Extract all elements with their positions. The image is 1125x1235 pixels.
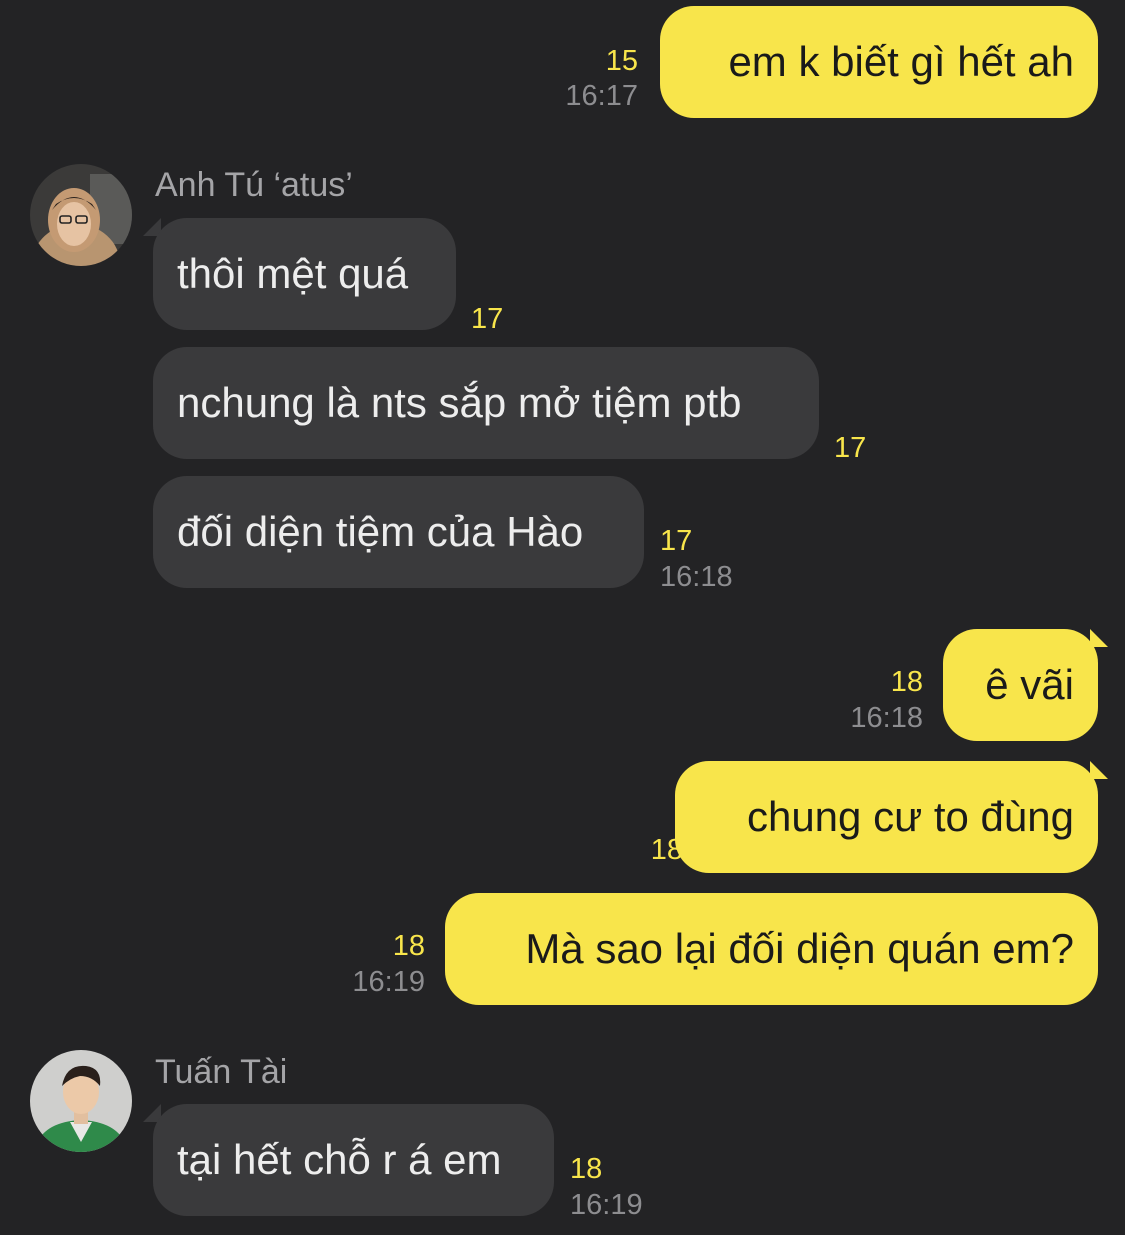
tuan-tai-avatar[interactable] [30, 1050, 132, 1152]
unread-count: 17 [834, 432, 867, 464]
anh-tu-avatar[interactable] [30, 164, 132, 266]
unread-count: 18 [570, 1153, 603, 1185]
message-text: Mà sao lại đối diện quán em? [525, 925, 1074, 972]
message-timestamp: 16:17 [565, 80, 638, 112]
message-bubble-outgoing[interactable]: ê vãi [943, 629, 1098, 741]
message-text: thôi mệt quá [177, 250, 409, 297]
message-text: tại hết chỗ r á em [177, 1136, 502, 1183]
sender-name: Tuấn Tài [155, 1053, 288, 1091]
unread-count: 17 [471, 303, 504, 335]
unread-count: 18 [392, 930, 425, 962]
message-bubble-incoming[interactable]: thôi mệt quá [153, 218, 456, 330]
unread-count: 15 [605, 45, 638, 77]
message-bubble-outgoing[interactable]: chung cư to đùng [675, 761, 1098, 873]
message-bubble-outgoing[interactable]: Mà sao lại đối diện quán em? [445, 893, 1098, 1005]
message-timestamp: 16:19 [352, 966, 425, 998]
unread-count: 18 [890, 666, 923, 698]
message-timestamp: 16:19 [570, 1189, 643, 1221]
message-bubble-incoming[interactable]: tại hết chỗ r á em [153, 1104, 554, 1216]
message-text: ê vãi [985, 661, 1074, 708]
message-text: em k biết gì hết ah [728, 38, 1074, 85]
message-timestamp: 16:18 [660, 561, 733, 593]
message-timestamp: 16:18 [850, 702, 923, 734]
message-bubble-outgoing[interactable]: em k biết gì hết ah [660, 6, 1098, 118]
sender-name: Anh Tú ‘atus’ [155, 166, 353, 204]
message-text: chung cư to đùng [746, 793, 1074, 840]
message-bubble-incoming[interactable]: đối diện tiệm của Hào [153, 476, 644, 588]
unread-count: 17 [660, 525, 693, 557]
message-text: đối diện tiệm của Hào [177, 508, 584, 555]
message-text: nchung là nts sắp mở tiệm ptb [177, 379, 742, 426]
unread-count: 18 [650, 834, 683, 866]
message-bubble-incoming[interactable]: nchung là nts sắp mở tiệm ptb [153, 347, 819, 459]
